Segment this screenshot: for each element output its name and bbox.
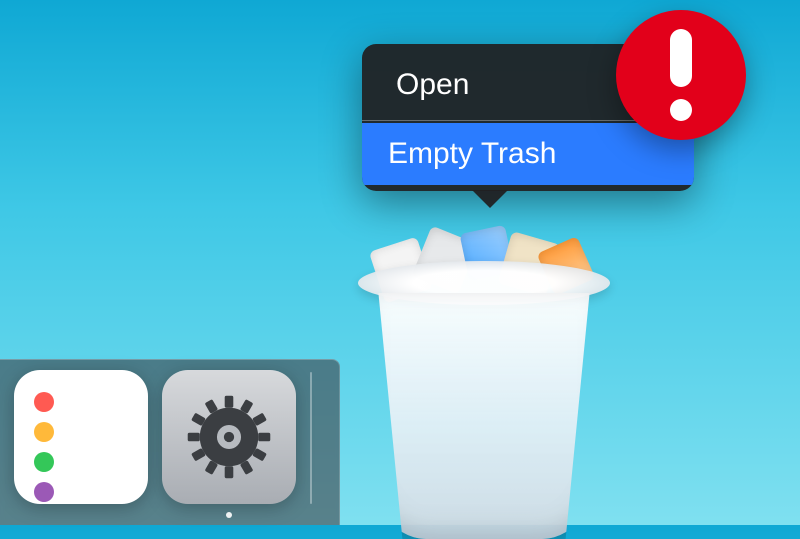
- exclamation-icon: [670, 29, 692, 121]
- dock-divider: [310, 372, 312, 504]
- dock: [0, 359, 340, 525]
- menu-pointer-icon: [472, 190, 508, 208]
- gear-icon: [186, 394, 272, 480]
- menu-item-label: Open: [396, 68, 469, 102]
- dock-app-settings[interactable]: [162, 370, 296, 504]
- menu-item-label: Empty Trash: [388, 137, 556, 171]
- reminders-icon: [34, 392, 54, 502]
- menu-item-empty-trash[interactable]: Empty Trash: [362, 123, 694, 185]
- dock-trash[interactable]: [350, 215, 618, 525]
- alert-badge: [616, 10, 746, 140]
- trash-bin-icon: [364, 293, 604, 539]
- dock-app-reminders[interactable]: [14, 370, 148, 504]
- running-indicator: [226, 512, 232, 518]
